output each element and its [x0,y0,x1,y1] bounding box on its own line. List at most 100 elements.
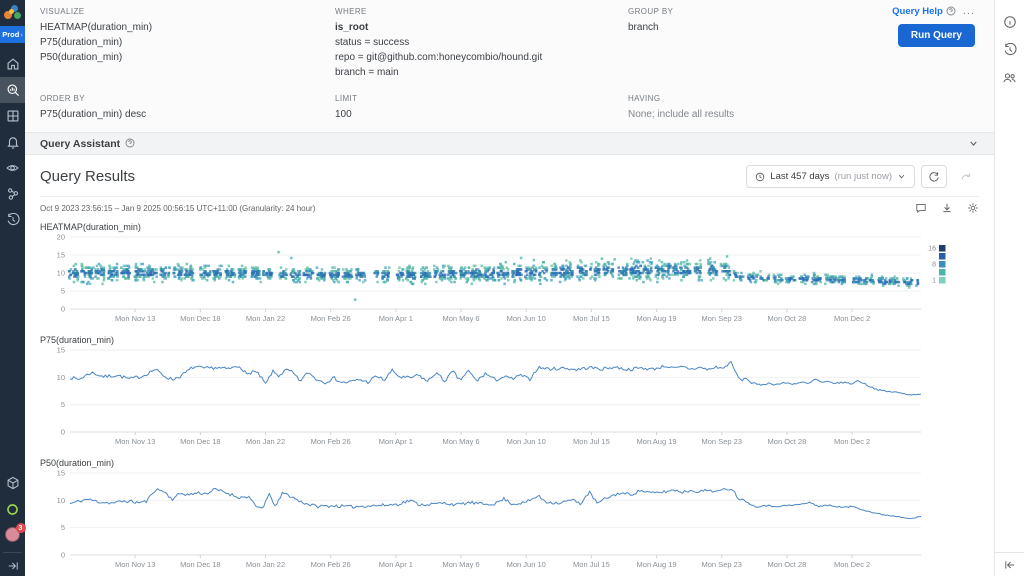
where-value: status = success [335,35,628,50]
time-range-label: Last 457 days [770,171,829,182]
rerun-query-button[interactable] [921,165,947,188]
svg-text:Mon Oct 28: Mon Oct 28 [768,437,807,446]
forward-arrow-icon [960,171,972,183]
where-value: branch = main [335,65,628,80]
comment-button[interactable] [915,202,927,214]
clock-icon [755,172,765,182]
where-label: WHERE [335,7,628,16]
sidebar-item-activity-history[interactable] [0,207,25,233]
svg-text:0: 0 [61,551,65,560]
query-results-section: Query Results Last 457 days (run just no… [25,155,994,576]
svg-text:Mon Feb 26: Mon Feb 26 [311,314,351,323]
history-clock-icon [6,213,20,227]
more-menu-icon[interactable]: ... [963,5,975,17]
svg-text:Mon Jan 22: Mon Jan 22 [246,314,285,323]
team-icon [1002,71,1017,85]
svg-text:Mon Nov 13: Mon Nov 13 [115,314,155,323]
environment-selector[interactable]: Prod› [0,26,25,43]
svg-text:Mon Dec 18: Mon Dec 18 [180,437,220,446]
team-activity-button[interactable] [995,64,1024,92]
svg-text:Mon May 6: Mon May 6 [442,314,479,323]
svg-text:Mon Aug 19: Mon Aug 19 [637,437,677,446]
query-assistant-bar[interactable]: Query Assistant [25,132,994,155]
comment-icon [915,202,927,214]
date-range-text: Oct 9 2023 23:56:15 – Jan 9 2025 00:56:1… [40,204,315,213]
boards-icon [6,109,20,123]
svg-text:20: 20 [57,233,65,242]
visualize-value: P50(duration_min) [40,50,335,65]
time-range-dropdown[interactable]: Last 457 days (run just now) [746,165,915,188]
sidebar-item-query[interactable] [0,77,25,103]
collapse-panel-button[interactable] [995,552,1024,576]
svg-text:8: 8 [932,262,936,269]
query-assistant-label: Query Assistant [40,138,120,150]
chart-settings-button[interactable] [967,202,979,214]
order-by-value: P75(duration_min) desc [40,107,335,122]
notification-badge: 3 [16,523,26,533]
having-clause[interactable]: HAVING None; include all results [628,94,979,122]
gear-icon [967,202,979,214]
where-clause[interactable]: WHERE is_root status = success repo = gi… [335,7,628,80]
query-builder: VISUALIZE HEATMAP(duration_min) P75(dura… [25,0,994,132]
chevron-right-icon: › [20,30,23,39]
sidebar-item-alerts[interactable] [0,129,25,155]
svg-text:Mon Jul 15: Mon Jul 15 [573,314,610,323]
sidebar-item-usage[interactable] [0,470,25,496]
heatmap-plot[interactable]: 05101520Mon Nov 13Mon Dec 18Mon Jan 22Mo… [40,233,979,329]
visualize-clause[interactable]: VISUALIZE HEATMAP(duration_min) P75(dura… [40,7,335,80]
visualize-value: HEATMAP(duration_min) [40,20,335,35]
visualize-label: VISUALIZE [40,7,335,16]
svg-text:Mon Dec 18: Mon Dec 18 [180,560,220,569]
svg-text:Mon Jan 22: Mon Jan 22 [246,560,285,569]
svg-text:Mon Dec 2: Mon Dec 2 [834,437,870,446]
query-help-link[interactable]: Query Help [892,6,956,17]
svg-text:5: 5 [61,523,65,532]
cube-icon [6,476,20,490]
environment-label: Prod [2,30,19,39]
honeycomb-logo[interactable] [0,0,25,26]
svg-text:Mon Oct 28: Mon Oct 28 [768,314,807,323]
chart-title: HEATMAP(duration_min) [40,222,979,232]
left-sidebar: Prod› [0,0,25,576]
right-sidebar [994,0,1024,576]
svg-text:10: 10 [57,496,65,505]
p50-plot[interactable]: 051015Mon Nov 13Mon Dec 18Mon Jan 22Mon … [40,469,979,575]
download-icon [941,202,953,214]
svg-text:15: 15 [57,346,65,355]
svg-text:Mon Aug 19: Mon Aug 19 [637,560,677,569]
heatmap-chart: HEATMAP(duration_min) 05101520Mon Nov 13… [40,222,979,329]
user-avatar[interactable]: 3 [5,527,21,543]
sidebar-item-boards[interactable] [0,103,25,129]
svg-text:Mon Jun 10: Mon Jun 10 [507,314,546,323]
sidebar-item-service-map[interactable] [0,181,25,207]
chart-title: P50(duration_min) [40,458,979,468]
forward-history-button[interactable] [953,165,979,188]
order-by-clause[interactable]: ORDER BY P75(duration_min) desc [40,94,335,122]
svg-text:Mon Jul 15: Mon Jul 15 [573,560,610,569]
p75-plot[interactable]: 051015Mon Nov 13Mon Dec 18Mon Jan 22Mon … [40,346,979,452]
svg-text:Mon Feb 26: Mon Feb 26 [311,560,351,569]
expand-sidebar-button[interactable] [0,556,25,576]
sidebar-item-slos[interactable] [0,155,25,181]
chevron-down-icon[interactable] [968,138,979,149]
history-icon [1003,43,1017,57]
sidebar-item-home[interactable] [0,51,25,77]
run-query-button[interactable]: Run Query [898,24,975,47]
time-range-status: (run just now) [834,171,892,182]
svg-text:Mon Aug 19: Mon Aug 19 [637,314,677,323]
svg-text:Mon Jun 10: Mon Jun 10 [507,437,546,446]
main-content: VISUALIZE HEATMAP(duration_min) P75(dura… [25,0,994,576]
status-ring-icon[interactable] [0,496,25,522]
expand-sidebar-icon [7,560,19,572]
svg-text:Mon Jan 22: Mon Jan 22 [246,437,285,446]
results-title: Query Results [40,168,135,185]
download-button[interactable] [941,202,953,214]
limit-label: LIMIT [335,94,628,103]
where-value: is_root [335,20,628,35]
svg-text:0: 0 [61,428,65,437]
having-label: HAVING [628,94,979,103]
limit-clause[interactable]: LIMIT 100 [335,94,628,122]
query-history-button[interactable] [995,36,1024,64]
svg-text:Mon Oct 28: Mon Oct 28 [768,560,807,569]
details-panel-button[interactable] [995,8,1024,36]
